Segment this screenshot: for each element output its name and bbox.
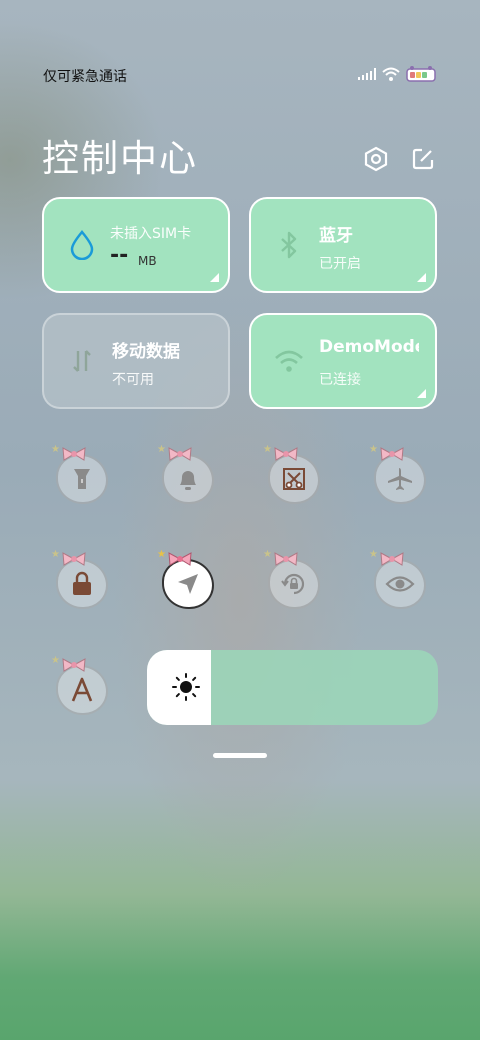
bluetooth-label: 蓝牙: [319, 226, 353, 246]
bow-icon: [62, 658, 86, 672]
star-icon: ★: [369, 549, 378, 560]
expand-corner-icon: [417, 273, 426, 282]
edit-icon: [412, 148, 434, 170]
bell-icon: [180, 471, 196, 490]
data-usage-unit: MB: [138, 254, 157, 268]
carrier-text: 仅可紧急通话: [43, 69, 127, 85]
rotate-lock-icon: [281, 573, 305, 595]
star-icon: ★: [51, 549, 60, 560]
auto-rotate-toggle[interactable]: ★: [263, 549, 321, 609]
bow-icon: [168, 447, 192, 461]
star-icon: ★: [51, 655, 60, 666]
star-icon: ★: [263, 444, 272, 455]
screenshot-toggle[interactable]: ★: [263, 444, 321, 504]
star-icon: ★: [157, 444, 166, 455]
bow-icon: [380, 552, 404, 566]
bluetooth-status: 已开启: [319, 256, 361, 272]
wifi-icon: [382, 67, 400, 81]
water-drop-icon: [66, 229, 98, 261]
scissors-icon: [283, 468, 305, 490]
expand-corner-icon: [210, 273, 219, 282]
location-arrow-icon: [178, 574, 198, 594]
wifi-tile[interactable]: DemoMode 已连接: [249, 313, 437, 409]
airplane-toggle[interactable]: ★: [369, 444, 427, 504]
brightness-slider[interactable]: [147, 650, 438, 725]
font-a-icon: [71, 677, 93, 702]
bow-icon: [62, 552, 86, 566]
lock-icon: [73, 571, 91, 595]
settings-icon: [364, 146, 388, 172]
mobile-data-icon: [66, 345, 98, 377]
wifi-network-name: DemoMode: [319, 337, 419, 357]
edit-button[interactable]: [408, 144, 438, 174]
silent-toggle[interactable]: ★: [157, 444, 215, 504]
wifi-status: 已连接: [319, 372, 361, 388]
signal-icon: [358, 68, 376, 80]
bow-icon: [168, 552, 192, 566]
page-title: 控制中心: [42, 137, 198, 180]
lock-screen-toggle[interactable]: ★: [51, 549, 109, 609]
data-usage-value: --: [110, 243, 129, 268]
bluetooth-icon: [273, 229, 305, 261]
status-bar: 仅可紧急通话: [43, 66, 438, 88]
location-toggle[interactable]: ★: [157, 549, 215, 609]
star-icon: ★: [157, 549, 166, 560]
star-icon: ★: [51, 444, 60, 455]
bow-icon: [274, 552, 298, 566]
mobile-data-status: 不可用: [112, 372, 154, 388]
data-usage-tile[interactable]: 未插入SIM卡 -- MB: [42, 197, 230, 293]
drag-handle[interactable]: [213, 753, 267, 758]
flashlight-toggle[interactable]: ★: [51, 444, 109, 504]
bow-icon: [380, 447, 404, 461]
eye-icon: [385, 576, 415, 592]
eye-comfort-toggle[interactable]: ★: [369, 549, 427, 609]
mobile-data-tile[interactable]: 移动数据 不可用: [42, 313, 230, 409]
airplane-icon: [388, 468, 412, 490]
settings-button[interactable]: [361, 144, 391, 174]
star-icon: ★: [369, 444, 378, 455]
wifi-icon: [273, 345, 305, 377]
battery-icon: [406, 66, 436, 82]
expand-corner-icon: [417, 389, 426, 398]
auto-brightness-toggle[interactable]: ★: [51, 655, 109, 715]
sun-icon: [172, 673, 200, 701]
bow-icon: [62, 447, 86, 461]
sim-status-label: 未插入SIM卡: [110, 226, 192, 242]
flashlight-icon: [74, 469, 90, 489]
bow-icon: [274, 447, 298, 461]
mobile-data-label: 移动数据: [112, 342, 180, 362]
bluetooth-tile[interactable]: 蓝牙 已开启: [249, 197, 437, 293]
star-icon: ★: [263, 549, 272, 560]
status-icons: [358, 66, 438, 82]
